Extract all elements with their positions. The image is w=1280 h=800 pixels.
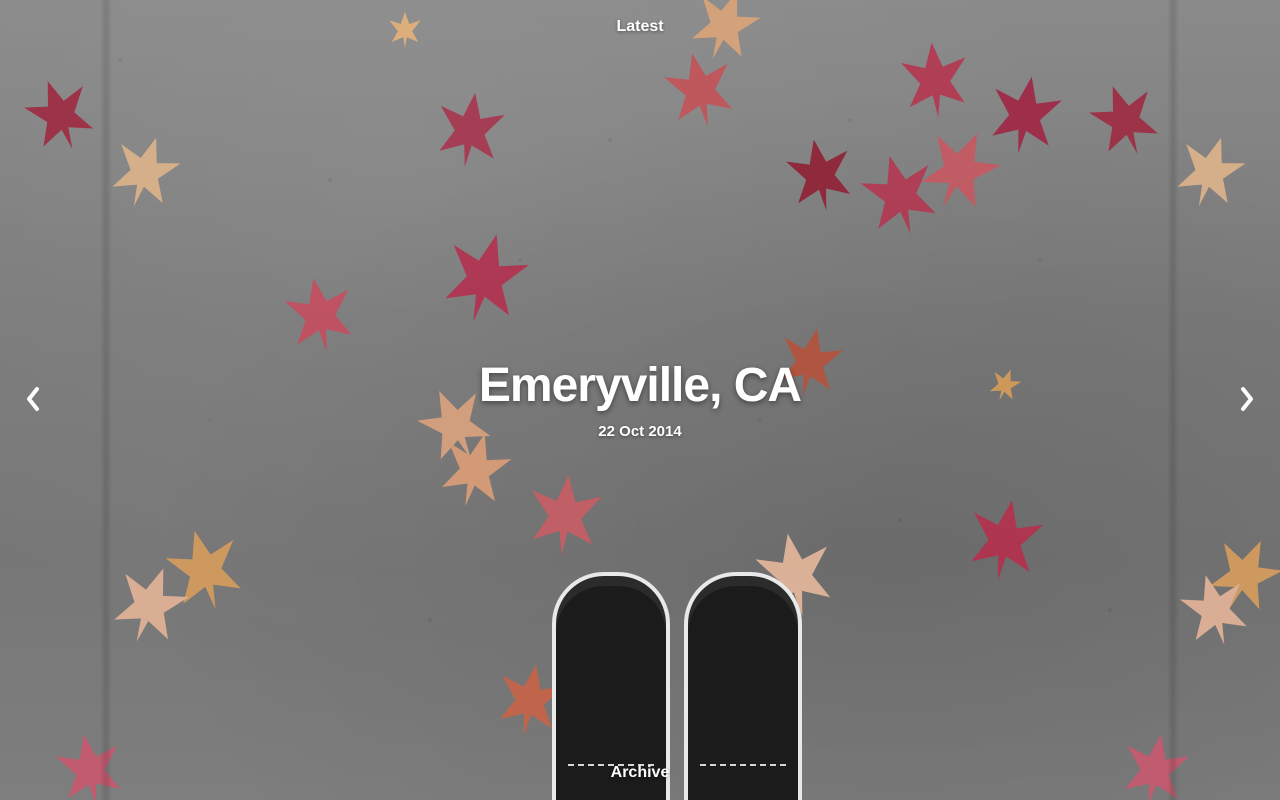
archive-link[interactable]: Archive — [0, 764, 1280, 782]
latest-link[interactable]: Latest — [0, 18, 1280, 36]
slideshow-stage: Latest Emeryville, CA 22 Oct 2014 Archiv… — [0, 0, 1280, 800]
chevron-right-icon — [1238, 386, 1256, 412]
post-title: Emeryville, CA — [478, 359, 802, 412]
post-date: 22 Oct 2014 — [598, 423, 682, 440]
next-slide-button[interactable] — [1232, 384, 1262, 414]
